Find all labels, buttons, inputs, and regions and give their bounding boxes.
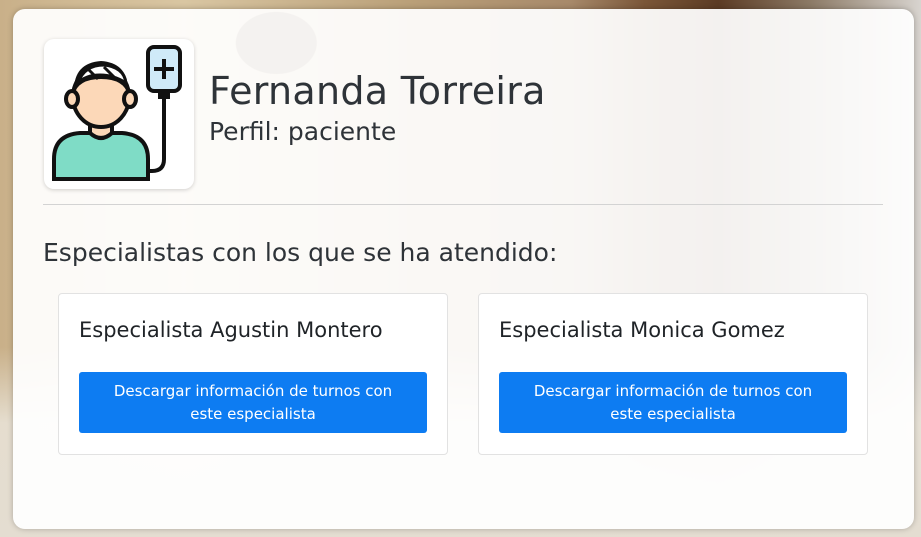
avatar: [44, 39, 194, 189]
specialist-card: Especialista Monica Gomez Descargar info…: [478, 293, 868, 455]
specialist-card: Especialista Agustin Montero Descargar i…: [58, 293, 448, 455]
specialist-name: Especialista Monica Gomez: [499, 318, 785, 342]
divider: [43, 204, 883, 205]
profile-card: Fernanda Torreira Perfil: paciente Espec…: [13, 9, 914, 529]
specialist-name: Especialista Agustin Montero: [79, 318, 383, 342]
download-appointments-button[interactable]: Descargar información de turnos con este…: [79, 372, 427, 433]
patient-with-iv-drip-icon: [52, 45, 182, 181]
section-title: Especialistas con los que se ha atendido…: [43, 238, 558, 267]
profile-role: Perfil: paciente: [209, 117, 397, 146]
download-appointments-button[interactable]: Descargar información de turnos con este…: [499, 372, 847, 433]
patient-name: Fernanda Torreira: [209, 69, 546, 113]
